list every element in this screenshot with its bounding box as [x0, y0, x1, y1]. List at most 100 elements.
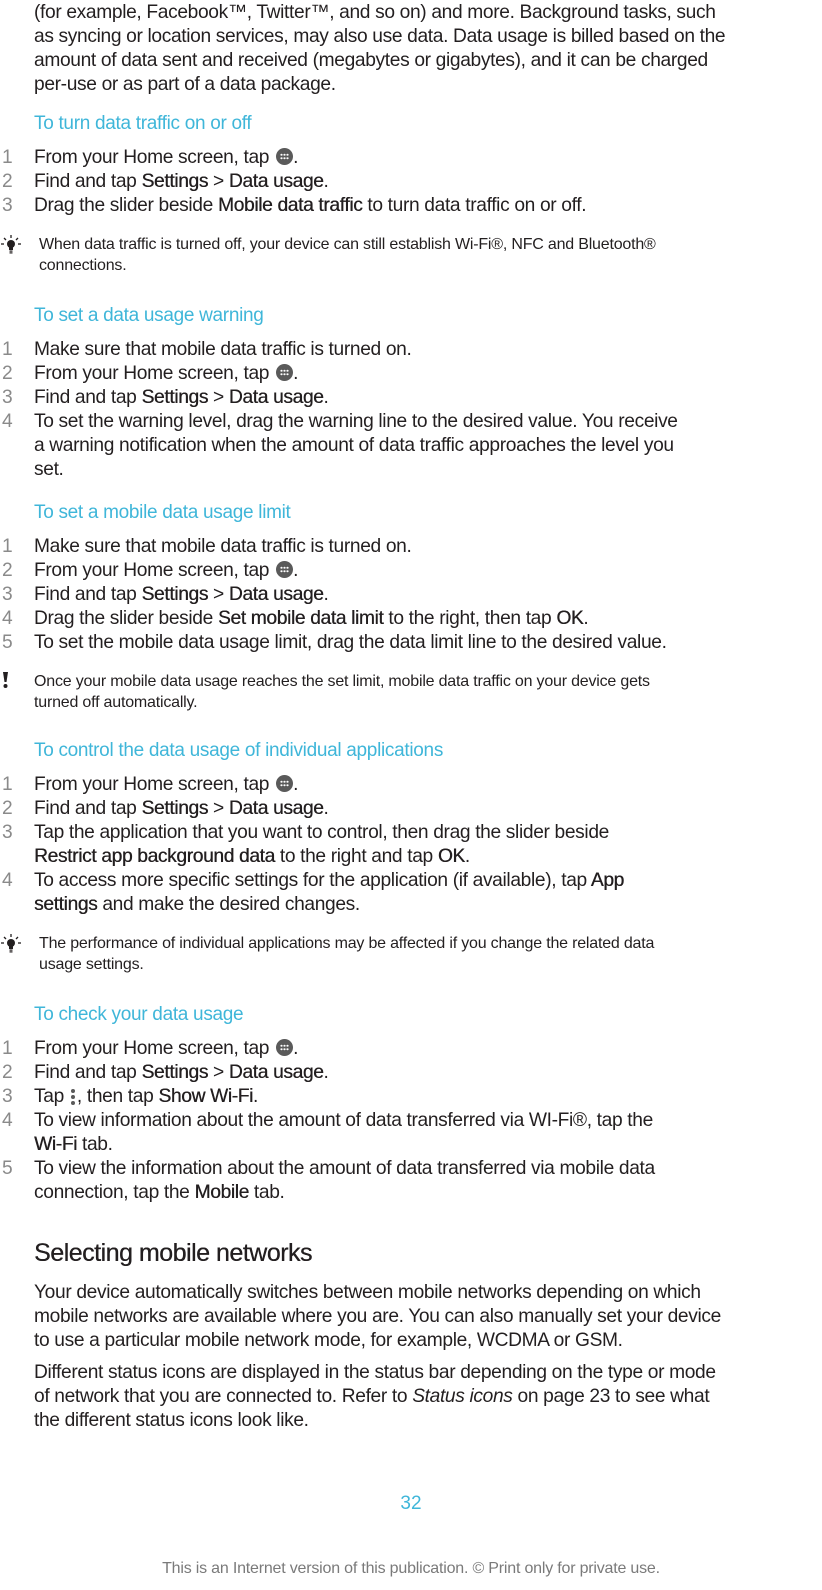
step-text-part: From your Home screen, tap	[34, 774, 270, 795]
step-text-part: .	[323, 584, 329, 605]
step-number: 5	[2, 632, 13, 653]
step-text: Find and tap Settings > Data usage.	[34, 797, 794, 821]
step-text: Find and tap Settings > Data usage.	[34, 583, 794, 607]
step-line: To view information about the amount of …	[34, 1110, 653, 1131]
exclamation-icon	[3, 672, 8, 688]
data-usage-label: Data usage	[228, 1062, 324, 1083]
intro-line: amount of data sent and received (megaby…	[34, 50, 708, 71]
intro-line: per-use or as part of a data package.	[34, 74, 336, 95]
separator: >	[212, 387, 224, 408]
step-number: 2	[2, 171, 13, 192]
step-number: 2	[2, 1062, 13, 1083]
step-text: From your Home screen, tap .	[34, 773, 794, 797]
step-text-part: From your Home screen, tap	[34, 363, 270, 384]
separator: >	[212, 584, 224, 605]
subheading-check-data-usage: To check your data usage	[34, 1004, 244, 1025]
step-number: 3	[2, 822, 13, 843]
page-number: 32	[400, 1493, 422, 1514]
settings-label: Settings	[141, 171, 208, 192]
step-text-part: Drag the slider beside	[34, 608, 213, 629]
lightbulb-icon	[1, 934, 21, 953]
step-text-part: to the right and tap	[279, 846, 433, 867]
subheading-individual-apps: To control the data usage of individual …	[34, 740, 444, 761]
step-number: 4	[2, 870, 13, 891]
step-number: 2	[2, 560, 13, 581]
step-text-part: Find and tap	[34, 1062, 137, 1083]
step-text-part: .	[464, 846, 470, 867]
step-text: Tap the application that you want to con…	[34, 821, 794, 869]
footer-notice: This is an Internet version of this publ…	[162, 1560, 660, 1577]
apps-icon	[276, 775, 294, 792]
step-text-part: .	[252, 1086, 258, 1107]
data-usage-label: Data usage	[228, 584, 324, 605]
step-text-part: Find and tap	[34, 584, 137, 605]
step-text: To set the mobile data usage limit, drag…	[34, 632, 667, 653]
ok-label: OK	[556, 608, 584, 629]
step-text: Drag the slider beside Mobile data traff…	[34, 194, 794, 218]
step-text: Find and tap Settings > Data usage.	[34, 1061, 794, 1085]
settings-label: Settings	[141, 798, 208, 819]
step-number: 1	[2, 147, 13, 168]
step-text: To view the information about the amount…	[34, 1157, 794, 1205]
status-icons-link[interactable]: Status icons	[412, 1386, 513, 1407]
tip-text: The performance of individual applicatio…	[39, 933, 799, 975]
paragraph-line: Different status icons are displayed in …	[34, 1362, 716, 1383]
step-text: To access more specific settings for the…	[34, 869, 794, 917]
networks-paragraph-1: Your device automatically switches betwe…	[34, 1281, 820, 1353]
step-text-part: Find and tap	[34, 798, 137, 819]
step-text-part: .	[293, 1038, 299, 1059]
tip-line: The performance of individual applicatio…	[39, 935, 655, 952]
step-number: 1	[2, 339, 13, 360]
settings-label: Settings	[141, 584, 208, 605]
step-text-part: tab.	[81, 1134, 113, 1155]
separator: >	[212, 798, 224, 819]
step-text: Find and tap Settings > Data usage.	[34, 386, 794, 410]
step-number: 4	[2, 411, 13, 432]
show-wifi-label: Show Wi-Fi	[158, 1086, 253, 1107]
step-number: 2	[2, 798, 13, 819]
subheading-turn-data-traffic: To turn data traffic on or off	[34, 113, 252, 134]
step-line: To view the information about the amount…	[34, 1158, 655, 1179]
intro-line: as syncing or location services, may als…	[34, 26, 726, 47]
step-text-part: From your Home screen, tap	[34, 147, 270, 168]
app-settings-label: App	[590, 870, 624, 891]
step-text: From your Home screen, tap .	[34, 146, 794, 170]
step-text-part: .	[323, 171, 329, 192]
step-text-part: .	[293, 560, 299, 581]
step-text-part: From your Home screen, tap	[34, 1038, 270, 1059]
data-usage-label: Data usage	[228, 171, 324, 192]
step-text: Make sure that mobile data traffic is tu…	[34, 536, 412, 557]
warning-text: Once your mobile data usage reaches the …	[34, 671, 794, 713]
step-text-part: , then tap	[76, 1086, 154, 1107]
step-text-part: to turn data traffic on or off.	[367, 195, 587, 216]
step-line: To set the warning level, drag the warni…	[34, 411, 678, 432]
data-usage-label: Data usage	[228, 387, 324, 408]
step-number: 4	[2, 608, 13, 629]
mobile-data-traffic-label: Mobile data traffic	[217, 195, 363, 216]
step-text: From your Home screen, tap .	[34, 362, 794, 386]
step-text-part: Find and tap	[34, 387, 137, 408]
subheading-data-usage-warning: To set a data usage warning	[34, 305, 264, 326]
step-text: Drag the slider beside Set mobile data l…	[34, 607, 794, 631]
step-number: 2	[2, 363, 13, 384]
paragraph-line: mobile networks are available where you …	[34, 1306, 721, 1327]
apps-icon	[276, 364, 294, 381]
step-text-part: .	[293, 774, 299, 795]
step-number: 3	[2, 584, 13, 605]
step-line: Tap the application that you want to con…	[34, 822, 609, 843]
step-text: Make sure that mobile data traffic is tu…	[34, 339, 412, 360]
lightbulb-icon	[1, 235, 21, 254]
step-number: 1	[2, 536, 13, 557]
step-text-part: connection, tap the	[34, 1182, 190, 1203]
tip-line: connections.	[39, 257, 127, 274]
subheading-data-usage-limit: To set a mobile data usage limit	[34, 502, 291, 523]
step-number: 1	[2, 1038, 13, 1059]
step-text-part: Tap	[34, 1086, 64, 1107]
step-text-part: From your Home screen, tap	[34, 560, 270, 581]
tip-line: When data traffic is turned off, your de…	[39, 236, 656, 253]
step-number: 3	[2, 387, 13, 408]
data-usage-label: Data usage	[228, 798, 324, 819]
step-number: 3	[2, 195, 13, 216]
warning-line: Once your mobile data usage reaches the …	[34, 673, 650, 690]
set-mobile-data-limit-label: Set mobile data limit	[217, 608, 384, 629]
